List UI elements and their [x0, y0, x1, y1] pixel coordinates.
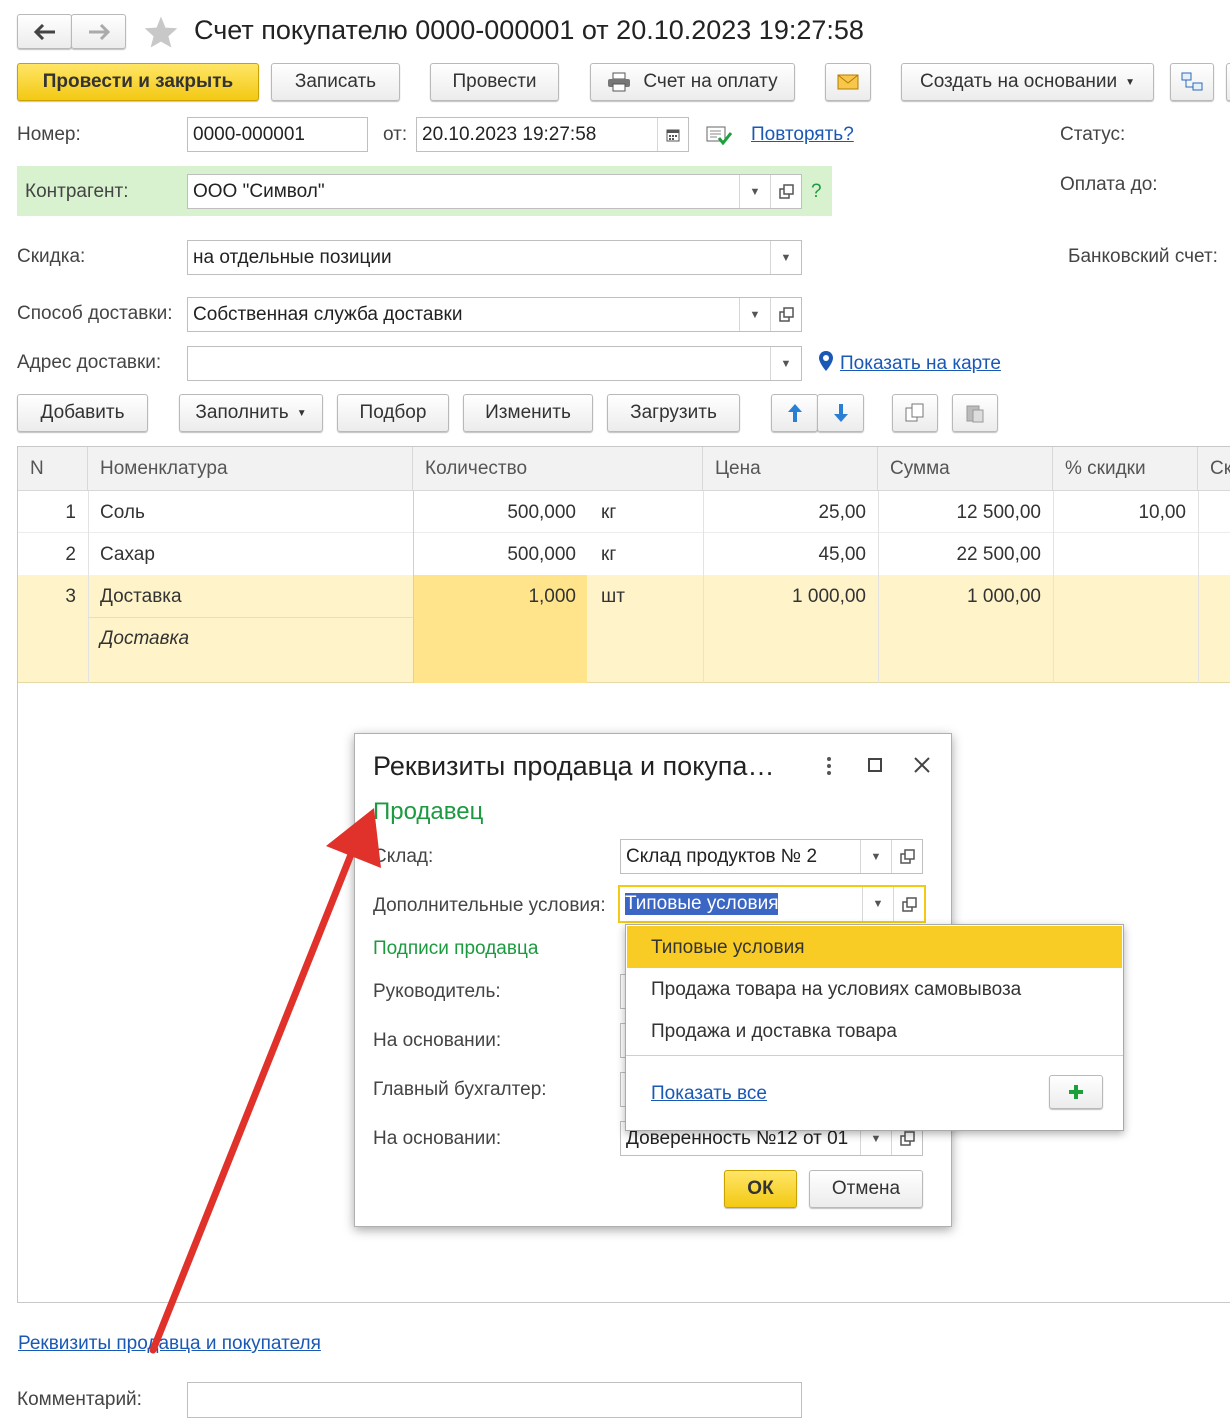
annotation-arrow [149, 808, 381, 1354]
